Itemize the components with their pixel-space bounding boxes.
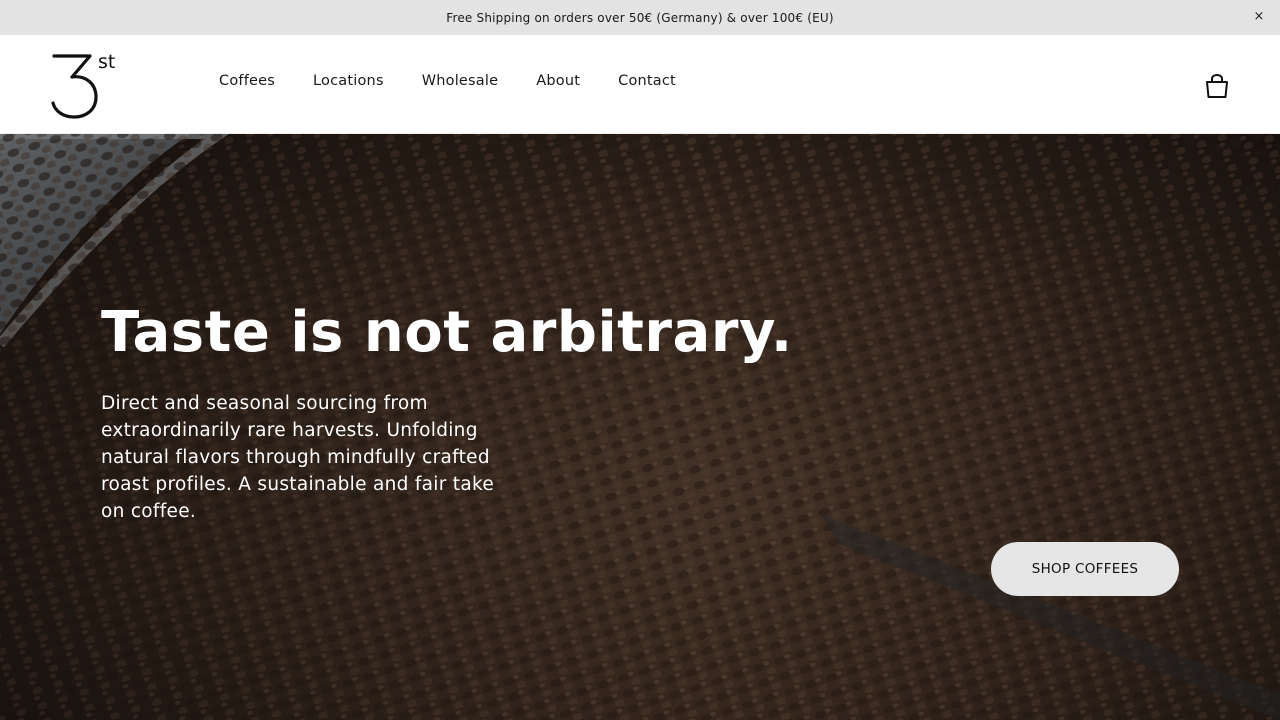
shopping-bag-icon[interactable] bbox=[1204, 73, 1230, 99]
nav-wholesale[interactable]: Wholesale bbox=[422, 73, 499, 89]
logo-mark: st bbox=[51, 51, 115, 119]
site-header: st Coffees Locations Wholesale About Con… bbox=[0, 35, 1280, 134]
announcement-text: Free Shipping on orders over 50€ (German… bbox=[446, 10, 834, 25]
nav-locations[interactable]: Locations bbox=[313, 73, 384, 89]
shop-coffees-button[interactable]: SHOP COFFEES bbox=[991, 542, 1179, 596]
hero-section: Taste is not arbitrary. Direct and seaso… bbox=[0, 134, 1280, 720]
hero-description: Direct and seasonal sourcing from extrao… bbox=[101, 393, 495, 522]
nav-about[interactable]: About bbox=[536, 73, 580, 89]
hero-title: Taste is not arbitrary. bbox=[101, 300, 793, 365]
logo[interactable]: st bbox=[50, 51, 120, 119]
logo-suffix: st bbox=[98, 51, 115, 73]
nav-contact[interactable]: Contact bbox=[618, 73, 676, 89]
announcement-bar: Free Shipping on orders over 50€ (German… bbox=[0, 0, 1280, 35]
nav-coffees[interactable]: Coffees bbox=[219, 73, 275, 89]
main-nav: Coffees Locations Wholesale About Contac… bbox=[219, 73, 714, 89]
close-icon[interactable]: × bbox=[1252, 9, 1266, 23]
